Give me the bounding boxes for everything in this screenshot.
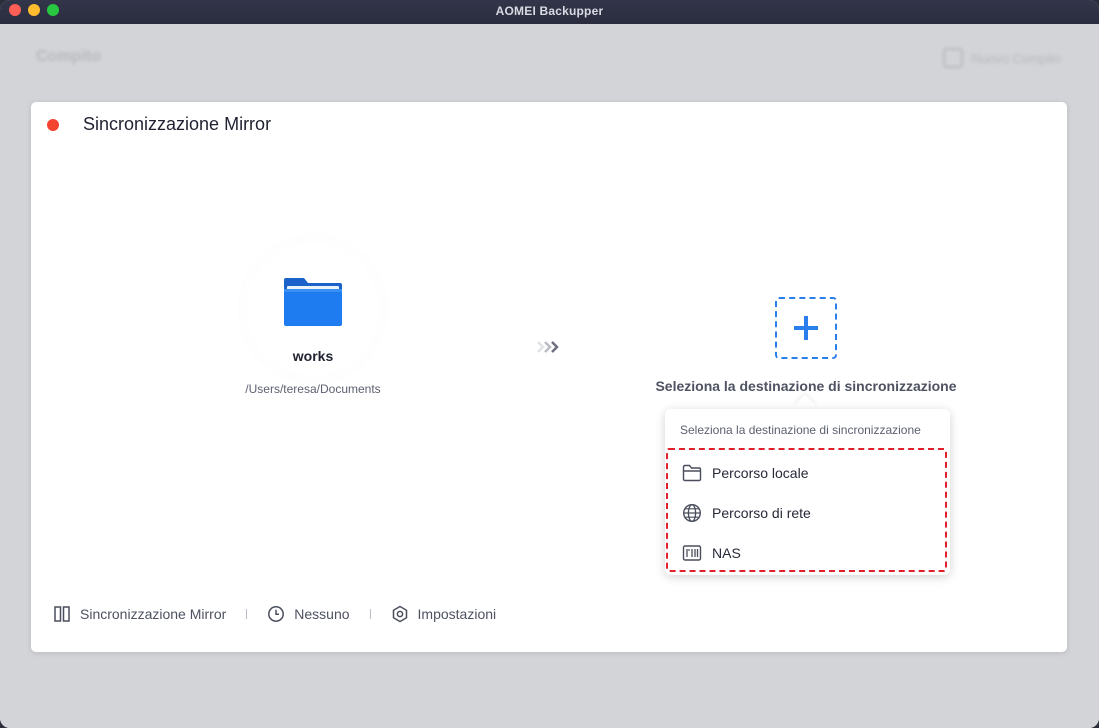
sync-mode-label: Sincronizzazione Mirror [80,606,227,622]
option-network-path[interactable]: Percorso di rete [682,501,811,525]
task-options-bar: Sincronizzazione Mirror Nessuno Impostaz… [53,602,496,626]
sync-task-card: Sincronizzazione Mirror works /Users/ter… [31,102,1067,652]
nas-icon [682,545,702,561]
folder-icon [284,278,342,326]
new-task-icon [943,48,964,68]
status-dot [47,119,59,131]
card-title: Sincronizzazione Mirror [83,114,272,134]
window-title: AOMEI Backupper [495,4,604,18]
settings-label: Impostazioni [417,606,497,622]
popup-header: Seleziona la destinazione di sincronizza… [680,423,921,437]
source-name: works [292,348,334,364]
settings-button[interactable]: Impostazioni [391,605,497,623]
option-local-path[interactable]: Percorso locale [682,461,809,485]
title-bar: AOMEI Backupper [0,0,1099,24]
schedule-label: Nessuno [294,606,350,622]
option-label: NAS [712,545,741,561]
sync-mode-icon [54,606,70,622]
clock-icon [268,606,285,622]
new-task-label: Nuovo Compito [971,50,1061,66]
direction-arrows-icon [537,341,559,353]
sync-mode-button[interactable]: Sincronizzazione Mirror [53,605,226,623]
divider [369,609,371,619]
divider [246,609,248,619]
option-label: Percorso locale [712,465,809,481]
schedule-button[interactable]: Nessuno [267,605,350,623]
source-path: /Users/teresa/Documents [245,382,381,396]
option-label: Percorso di rete [712,505,811,521]
app-window: AOMEI Backupper Compito Nuovo Compito Si… [0,0,1099,728]
background-new-task-button: Nuovo Compito [943,48,1061,68]
destination-popup: Seleziona la destinazione di sincronizza… [665,409,950,575]
option-nas[interactable]: NAS [682,541,741,565]
destination-label: Seleziona la destinazione di sincronizza… [655,378,957,394]
select-destination-button[interactable] [775,297,837,359]
globe-icon [682,503,702,523]
folder-outline-icon [682,464,702,482]
gear-icon [392,605,407,623]
plus-icon [794,316,818,340]
background-page-title: Compito [36,48,101,65]
